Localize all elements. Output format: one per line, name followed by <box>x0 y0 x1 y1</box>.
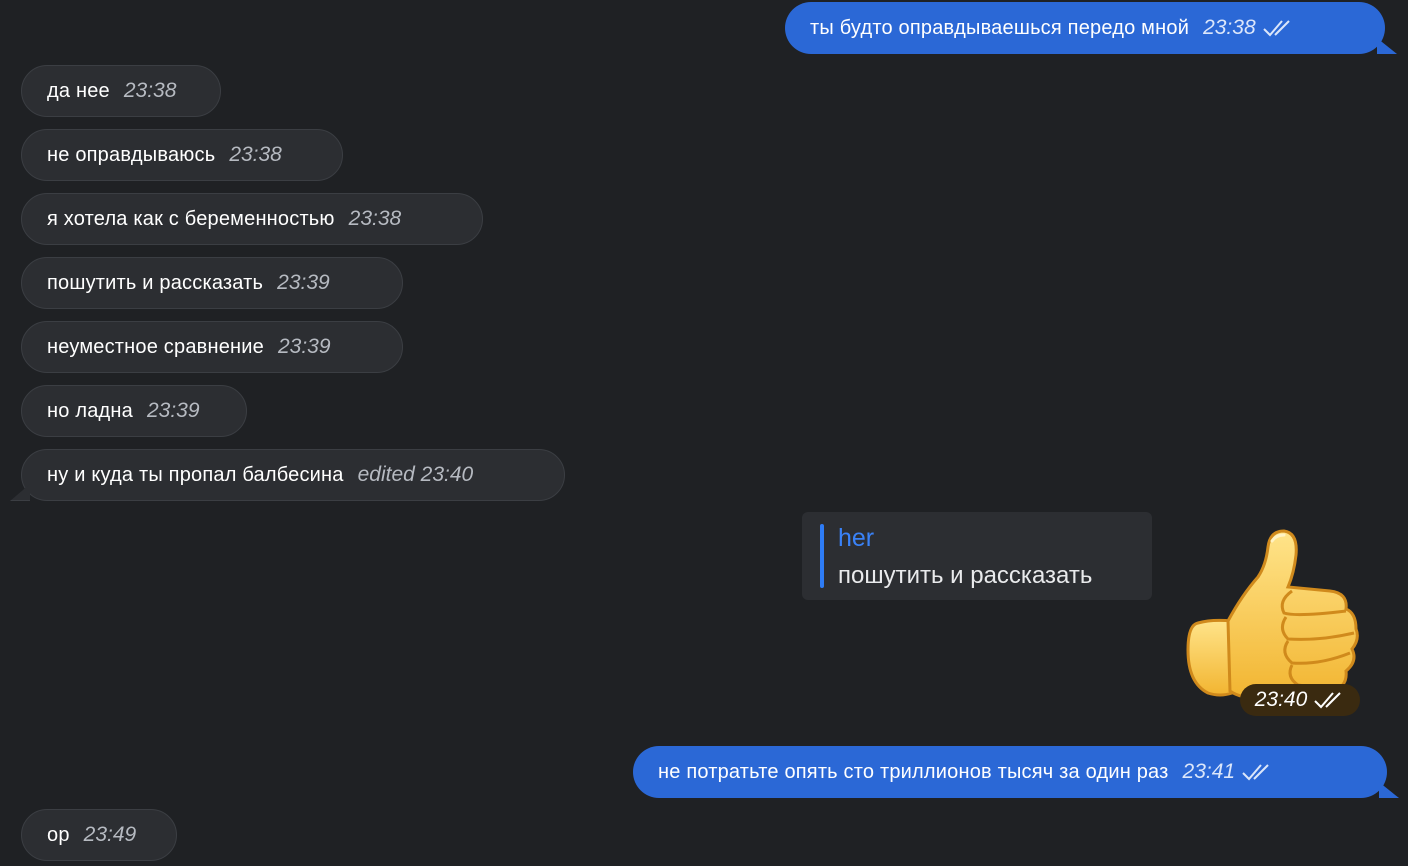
message-time: 23:41 <box>1182 760 1236 783</box>
message-time: 23:39 <box>146 399 200 422</box>
message-bubble-outgoing[interactable]: не потратьте опять сто триллионов тысяч … <box>633 746 1399 798</box>
reply-author: her <box>838 524 875 552</box>
message-text: не потратьте опять сто триллионов тысяч … <box>658 760 1169 783</box>
message-text: пошутить и рассказать <box>47 271 264 294</box>
message-time: edited 23:40 <box>357 463 474 486</box>
message-text: ор <box>47 823 70 846</box>
message-bubble-incoming[interactable]: пошутить и рассказать 23:39 <box>21 257 403 309</box>
reply-quote[interactable]: her пошутить и рассказать <box>802 512 1152 600</box>
message-text: ну и куда ты пропал балбесина <box>47 463 344 486</box>
message-bubble-outgoing[interactable]: ты будто оправдываешься передо мной 23:3… <box>785 2 1397 54</box>
message-bubble-incoming[interactable]: да нее 23:38 <box>21 65 221 117</box>
message-time: 23:38 <box>1203 16 1256 39</box>
message-bubble-incoming[interactable]: ор 23:49 <box>21 809 177 861</box>
message-bubble-incoming[interactable]: неуместное сравнение 23:39 <box>21 321 403 373</box>
message-text: не оправдываюсь <box>47 143 216 166</box>
message-bubble-incoming[interactable]: не оправдываюсь 23:38 <box>21 129 343 181</box>
bubble-tail <box>1379 782 1399 798</box>
bubble-tail <box>1377 38 1397 54</box>
reply-accent-bar <box>820 524 824 588</box>
double-check-icon <box>1314 692 1341 709</box>
message-time: 23:39 <box>277 335 331 358</box>
message-time: 23:38 <box>348 207 402 230</box>
double-check-icon <box>1262 20 1290 37</box>
message-text: ты будто оправдываешься передо мной <box>810 16 1190 39</box>
message-time: 23:40 <box>1254 688 1308 711</box>
message-text: я хотела как с беременностью <box>47 207 335 230</box>
message-time: 23:49 <box>83 823 137 846</box>
double-check-icon <box>1242 764 1269 781</box>
message-bubble-incoming[interactable]: я хотела как с беременностью 23:38 <box>21 193 483 245</box>
bubble-tail <box>10 484 30 501</box>
sticker-time-badge: 23:40 <box>1240 684 1360 716</box>
message-text: да нее <box>47 79 110 102</box>
message-text: неуместное сравнение <box>47 335 264 358</box>
message-time: 23:39 <box>277 271 330 294</box>
message-text: но ладна <box>47 399 133 422</box>
message-bubble-incoming[interactable]: ну и куда ты пропал балбесина edited 23:… <box>10 449 565 501</box>
message-bubble-incoming[interactable]: но ладна 23:39 <box>21 385 247 437</box>
reply-text: пошутить и рассказать <box>838 562 1093 589</box>
message-time: 23:38 <box>123 79 177 102</box>
message-time: 23:38 <box>229 143 282 166</box>
